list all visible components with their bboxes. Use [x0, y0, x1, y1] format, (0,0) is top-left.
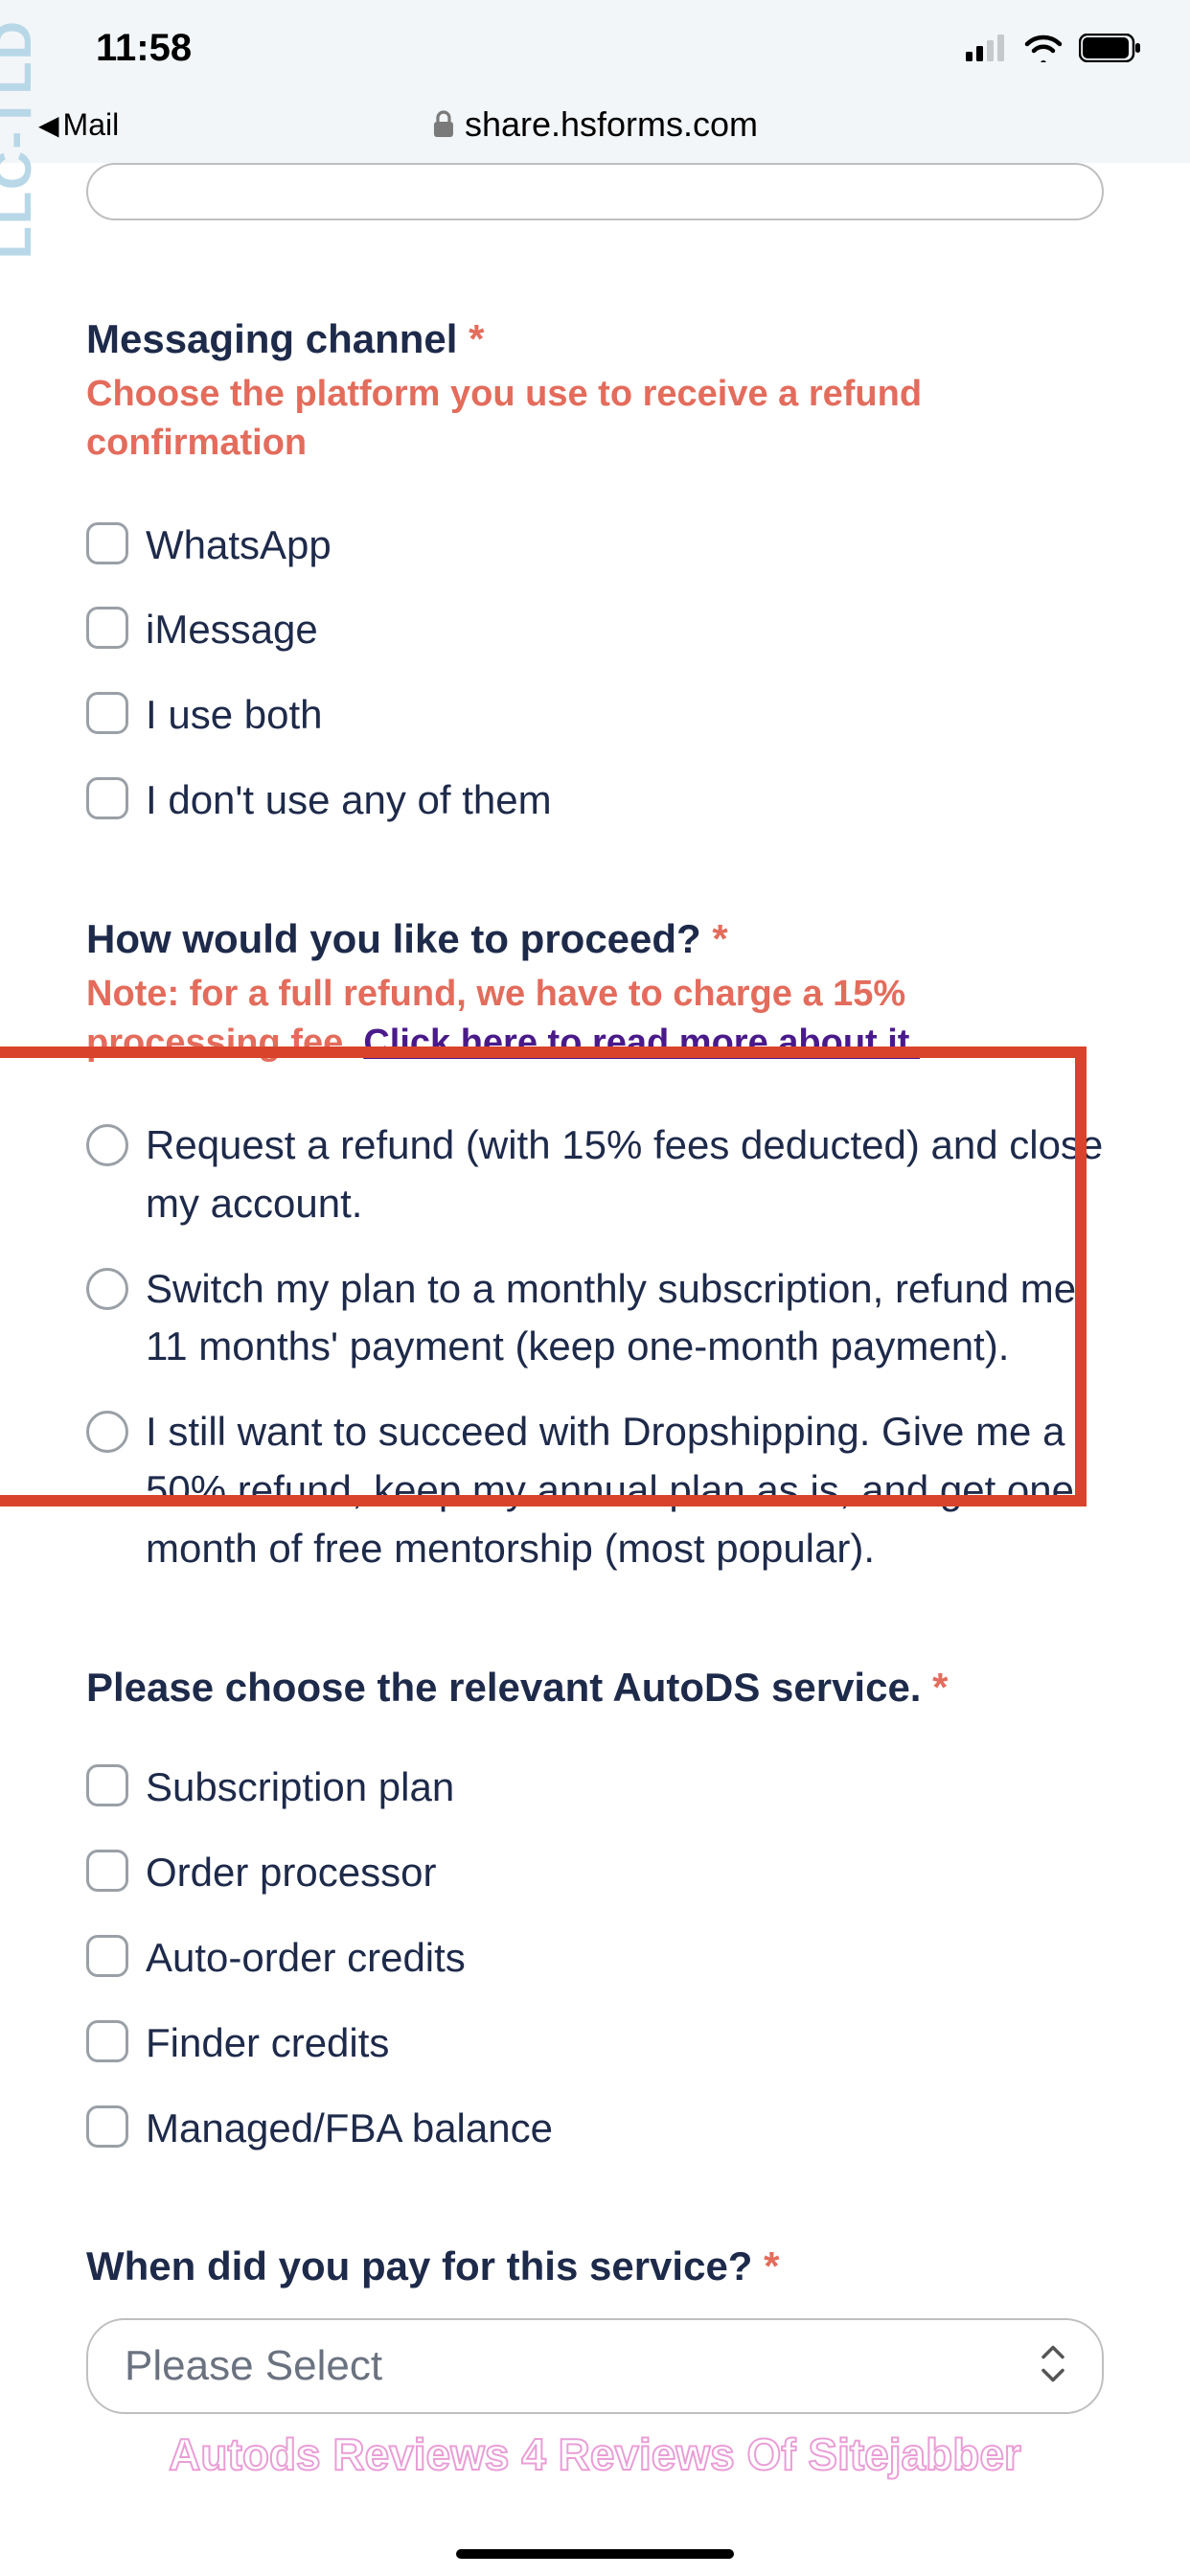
q2-label: How would you like to proceed? *	[86, 916, 1104, 962]
required-asterisk: *	[712, 916, 727, 961]
q4-label: When did you pay for this service? *	[86, 2243, 1104, 2289]
q3-label: Please choose the relevant AutoDS servic…	[86, 1665, 1104, 1711]
required-asterisk: *	[932, 1665, 948, 1710]
browser-nav-row: ◀ Mail share.hsforms.com	[0, 96, 1190, 163]
q3-option-order-processor[interactable]: Order processor	[86, 1844, 1104, 1902]
battery-icon	[1079, 34, 1142, 62]
select-placeholder: Please Select	[125, 2342, 382, 2390]
checkbox-icon	[86, 1764, 128, 1806]
q1-option-whatsapp[interactable]: WhatsApp	[86, 517, 1104, 575]
option-label: Switch my plan to a monthly subscription…	[146, 1260, 1104, 1377]
previous-field-partial[interactable]	[86, 163, 1104, 220]
required-asterisk: *	[469, 316, 484, 361]
option-label: Subscription plan	[146, 1759, 1104, 1817]
option-label: I use both	[146, 686, 1104, 745]
wifi-icon	[1023, 34, 1064, 62]
required-asterisk: *	[764, 2243, 779, 2288]
option-label: Managed/FBA balance	[146, 2100, 1104, 2158]
checkbox-icon	[86, 522, 128, 564]
checkbox-icon	[86, 2020, 128, 2062]
checkbox-icon	[86, 2105, 128, 2148]
q1-label: Messaging channel *	[86, 316, 1104, 362]
bottom-watermark: Autods Reviews 4 Reviews Of Sitejabber	[169, 2428, 1021, 2480]
address-bar[interactable]: share.hsforms.com	[432, 104, 758, 145]
q2-hint: Note: for a full refund, we have to char…	[86, 970, 1104, 1069]
radio-icon	[86, 1268, 128, 1310]
checkbox-icon	[86, 692, 128, 734]
q3-options: Subscription plan Order processor Auto-o…	[86, 1759, 1104, 2157]
q1-option-both[interactable]: I use both	[86, 686, 1104, 745]
q1-options: WhatsApp iMessage I use both I don't use…	[86, 517, 1104, 831]
option-label: iMessage	[146, 601, 1104, 659]
q2-option-refund-close[interactable]: Request a refund (with 15% fees deducted…	[86, 1116, 1104, 1233]
checkbox-icon	[86, 607, 128, 649]
checkbox-icon	[86, 1935, 128, 1977]
option-label: Auto-order credits	[146, 1929, 1104, 1988]
question-service: Please choose the relevant AutoDS servic…	[86, 1665, 1104, 2157]
option-label: I still want to succeed with Dropshippin…	[146, 1403, 1104, 1578]
q1-option-imessage[interactable]: iMessage	[86, 601, 1104, 659]
checkbox-icon	[86, 1850, 128, 1892]
q3-option-auto-credits[interactable]: Auto-order credits	[86, 1929, 1104, 1988]
checkbox-icon	[86, 777, 128, 819]
url-text: share.hsforms.com	[465, 104, 758, 145]
back-label: Mail	[63, 107, 120, 143]
option-label: Request a refund (with 15% fees deducted…	[146, 1116, 1104, 1233]
q3-option-fba-balance[interactable]: Managed/FBA balance	[86, 2100, 1104, 2158]
q4-select[interactable]: Please Select	[86, 2318, 1104, 2414]
question-messaging-channel: Messaging channel * Choose the platform …	[86, 316, 1104, 830]
cellular-icon	[966, 34, 1008, 61]
lock-icon	[432, 110, 455, 139]
q3-option-finder-credits[interactable]: Finder credits	[86, 2014, 1104, 2073]
status-time: 11:58	[96, 27, 192, 70]
q2-option-monthly[interactable]: Switch my plan to a monthly subscription…	[86, 1260, 1104, 1377]
select-chevron-icon	[1039, 2344, 1067, 2389]
option-label: I don't use any of them	[146, 771, 1104, 830]
radio-icon	[86, 1411, 128, 1453]
q2-hint-link[interactable]: Click here to read more about it.	[363, 1023, 920, 1063]
status-icons	[966, 34, 1142, 62]
q2-options: Request a refund (with 15% fees deducted…	[86, 1116, 1104, 1578]
option-label: WhatsApp	[146, 517, 1104, 575]
q1-hint: Choose the platform you use to receive a…	[86, 370, 1104, 469]
option-label: Order processor	[146, 1844, 1104, 1902]
q3-option-subscription[interactable]: Subscription plan	[86, 1759, 1104, 1817]
question-when-pay: When did you pay for this service? * Ple…	[86, 2243, 1104, 2414]
q2-option-mentorship[interactable]: I still want to succeed with Dropshippin…	[86, 1403, 1104, 1578]
form-content: Messaging channel * Choose the platform …	[0, 163, 1190, 2414]
option-label: Finder credits	[146, 2014, 1104, 2073]
question-proceed: How would you like to proceed? * Note: f…	[86, 916, 1104, 1578]
radio-icon	[86, 1124, 128, 1166]
q1-option-none[interactable]: I don't use any of them	[86, 771, 1104, 830]
back-to-mail[interactable]: ◀ Mail	[38, 107, 119, 143]
ios-status-bar: 11:58	[0, 0, 1190, 96]
home-indicator[interactable]	[456, 2549, 734, 2559]
